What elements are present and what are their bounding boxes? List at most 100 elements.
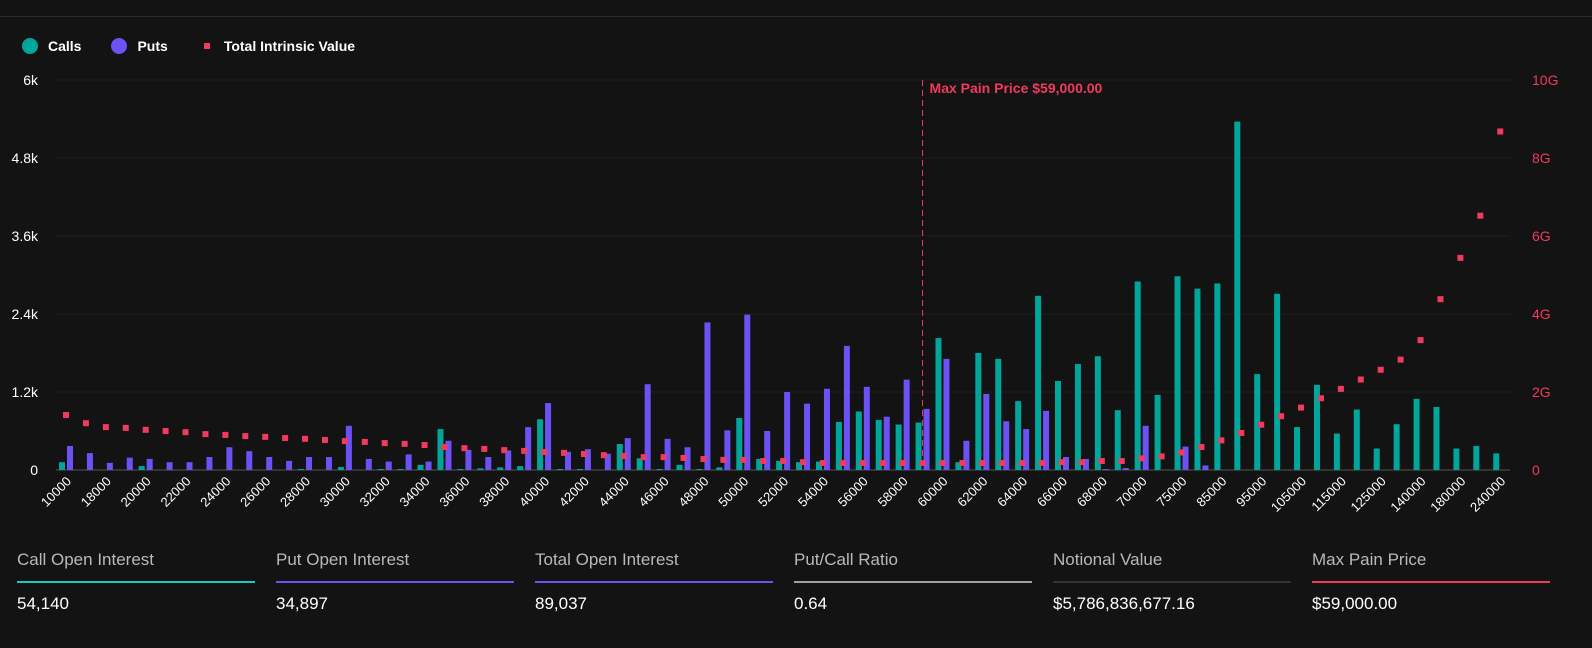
- intrinsic-point: [700, 456, 707, 463]
- intrinsic-point: [561, 449, 567, 456]
- put-bar: [465, 449, 472, 470]
- intrinsic-point: [1357, 376, 1364, 383]
- put-bar: [186, 462, 193, 470]
- stat-value: 89,037: [535, 594, 587, 613]
- call-bar: [975, 353, 982, 470]
- intrinsic-point: [1138, 455, 1145, 462]
- x-tick-label: 68000: [1074, 474, 1110, 510]
- x-tick-label: 64000: [994, 474, 1030, 510]
- intrinsic-point: [1178, 449, 1185, 456]
- intrinsic-point: [1059, 459, 1065, 466]
- x-tick-label: 34000: [397, 474, 433, 510]
- put-bar: [345, 425, 352, 470]
- put-bar: [1202, 465, 1209, 470]
- intrinsic-point: [1198, 443, 1205, 450]
- intrinsic-point: [1158, 453, 1165, 460]
- put-bar: [166, 462, 173, 470]
- stat-notional-value: Notional Value $5,786,836,677.16: [1053, 550, 1291, 614]
- intrinsic-point: [461, 445, 468, 452]
- intrinsic-point: [222, 431, 229, 438]
- stat-call-open-interest: Call Open Interest 54,140: [17, 550, 255, 614]
- call-bar: [138, 466, 145, 470]
- intrinsic-point: [660, 454, 667, 461]
- x-tick-label: 125000: [1348, 474, 1389, 515]
- x-tick-label: 70000: [1114, 474, 1150, 510]
- intrinsic-point: [63, 412, 69, 419]
- call-bar: [1453, 448, 1460, 470]
- y-tick-label: 1.2k: [12, 384, 39, 400]
- x-tick-label: 58000: [875, 474, 911, 510]
- call-bar: [1473, 445, 1480, 470]
- intrinsic-point: [620, 452, 627, 459]
- intrinsic-point: [1298, 404, 1305, 411]
- y-tick-label: 3.6k: [12, 228, 39, 244]
- intrinsic-point: [819, 459, 826, 466]
- intrinsic-point: [262, 433, 269, 440]
- intrinsic-point: [282, 435, 289, 442]
- call-bar: [397, 469, 404, 470]
- put-bar: [724, 430, 731, 470]
- intrinsic-point: [501, 447, 508, 454]
- put-bar: [325, 457, 332, 470]
- stat-underline: [276, 581, 514, 583]
- stat-underline: [17, 581, 255, 583]
- stat-label: Call Open Interest: [17, 550, 155, 569]
- intrinsic-point: [959, 459, 966, 466]
- intrinsic-point: [999, 459, 1006, 466]
- intrinsic-point: [600, 452, 607, 459]
- intrinsic-point: [899, 459, 906, 466]
- stat-put-call-ratio: Put/Call Ratio 0.64: [794, 550, 1032, 614]
- call-bar: [457, 469, 464, 470]
- x-tick-label: 60000: [914, 474, 950, 510]
- x-tick-label: 62000: [954, 474, 990, 510]
- intrinsic-point: [182, 429, 189, 436]
- intrinsic-point: [1039, 459, 1046, 466]
- call-bar: [1094, 356, 1101, 470]
- put-bar: [843, 345, 850, 470]
- intrinsic-point: [839, 459, 846, 466]
- x-tick-label: 240000: [1467, 474, 1508, 515]
- call-bar: [676, 464, 683, 470]
- y-tick-label: 6k: [23, 72, 39, 88]
- intrinsic-point: [521, 447, 528, 454]
- call-bar: [1493, 453, 1500, 470]
- put-bar: [863, 386, 870, 470]
- x-tick-label: 115000: [1308, 474, 1349, 515]
- intrinsic-point: [1098, 458, 1105, 465]
- intrinsic-point: [381, 440, 388, 447]
- put-bar: [943, 358, 950, 470]
- x-tick-label: 66000: [1034, 474, 1070, 510]
- y2-tick-label: 8G: [1532, 150, 1551, 166]
- stat-value: $59,000.00: [1312, 594, 1398, 613]
- intrinsic-point: [1397, 356, 1404, 363]
- intrinsic-point: [162, 428, 169, 434]
- y2-tick-label: 6G: [1532, 228, 1551, 244]
- x-tick-label: 44000: [596, 474, 632, 510]
- x-tick-label: 42000: [556, 474, 592, 510]
- put-bar: [425, 461, 432, 470]
- call-bar: [298, 469, 305, 470]
- intrinsic-point: [740, 456, 747, 463]
- intrinsic-point: [1218, 437, 1225, 444]
- intrinsic-point: [720, 456, 727, 463]
- put-bar: [744, 314, 751, 470]
- intrinsic-point: [481, 445, 488, 452]
- put-bar: [764, 431, 771, 470]
- call-bar: [517, 466, 524, 470]
- put-bar: [505, 450, 512, 470]
- put-bar: [983, 393, 990, 470]
- intrinsic-point: [939, 459, 946, 466]
- x-tick-label: 18000: [78, 474, 114, 510]
- call-bar: [1174, 276, 1181, 470]
- x-tick-label: 20000: [118, 474, 154, 510]
- intrinsic-point: [541, 449, 548, 456]
- put-bar: [545, 403, 552, 470]
- x-tick-label: 85000: [1193, 474, 1229, 510]
- stat-value: 34,897: [276, 594, 328, 613]
- y2-tick-label: 4G: [1532, 306, 1551, 322]
- intrinsic-point: [760, 458, 767, 465]
- x-tick-label: 40000: [516, 474, 552, 510]
- x-tick-label: 30000: [317, 474, 353, 510]
- put-bar: [485, 457, 492, 470]
- call-bar: [576, 469, 583, 470]
